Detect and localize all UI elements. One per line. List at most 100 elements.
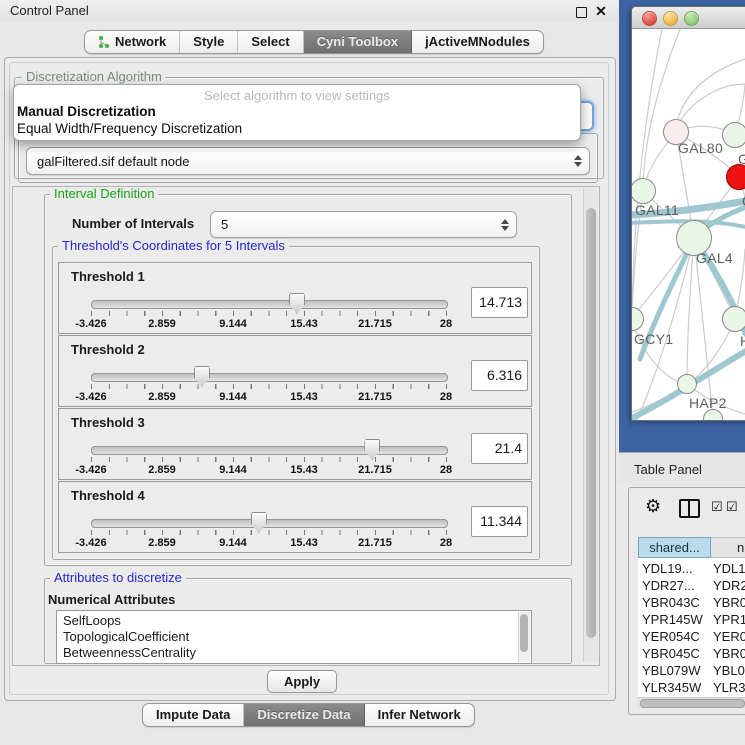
cell-name[interactable]: YER0 (713, 628, 745, 645)
cell-name[interactable]: YBR0 (713, 594, 745, 611)
table-row[interactable]: YBL079WYBL0 (638, 662, 745, 679)
table-row[interactable]: YDL19...YDL1 (638, 560, 745, 577)
horizontal-scrollbar-thumb[interactable] (640, 699, 745, 708)
cell-name[interactable]: YPR1 (713, 611, 745, 628)
tab-infer-network-label: Infer Network (378, 704, 461, 726)
slider-tick-marks (91, 311, 447, 316)
network-node[interactable] (722, 122, 745, 148)
float-icon[interactable] (576, 7, 587, 18)
network-node[interactable] (726, 164, 745, 190)
network-node[interactable] (677, 374, 697, 394)
cell-name[interactable]: YDR2 (713, 577, 745, 594)
number-of-intervals-combobox[interactable]: 5 (210, 211, 517, 238)
algorithm-option-equal-width[interactable]: Equal Width/Frequency Discretization (17, 121, 577, 136)
list-item[interactable]: BetweennessCentrality (63, 645, 196, 661)
window-close-icon[interactable] (642, 11, 657, 26)
tab-cyni-toolbox[interactable]: Cyni Toolbox (304, 31, 412, 53)
cell-name[interactable]: YLR3 (713, 679, 745, 696)
threshold-4-label: Threshold 4 (71, 488, 145, 503)
cell-shared-name[interactable]: YBL079W (642, 662, 711, 679)
cell-shared-name[interactable]: YBR043C (642, 594, 711, 611)
checkbox-icon[interactable] (711, 499, 723, 515)
tick-label: 21.715 (358, 391, 392, 403)
table-row[interactable]: YER054CYER0 (638, 628, 745, 645)
table-row[interactable]: YBR043CYBR0 (638, 594, 745, 611)
network-window-titlebar[interactable] (632, 7, 745, 29)
combo-stepper-icon (574, 155, 581, 167)
table-row[interactable]: YLR345WYLR3 (638, 679, 745, 696)
tab-discretize-data-label: Discretize Data (257, 704, 350, 726)
threshold-1-slider-track[interactable] (91, 300, 448, 309)
number-of-intervals-label: Number of Intervals (72, 216, 194, 231)
algorithm-option-manual[interactable]: Manual Discretization (17, 104, 577, 119)
apply-button[interactable]: Apply (267, 670, 337, 693)
tab-network-label: Network (115, 31, 166, 53)
tab-style[interactable]: Style (180, 31, 238, 53)
tab-impute-data-label: Impute Data (156, 704, 230, 726)
threshold-3-value-field[interactable]: 21.4 (471, 433, 528, 464)
cell-shared-name[interactable]: YDL19... (642, 560, 711, 577)
list-item[interactable]: SelfLoops (63, 613, 121, 629)
tab-discretize-data[interactable]: Discretize Data (244, 704, 364, 726)
tab-select[interactable]: Select (238, 31, 303, 53)
tick-label: 21.715 (358, 318, 392, 330)
cell-name[interactable]: YBR0 (713, 645, 745, 662)
tick-label: 9.144 (219, 391, 247, 403)
network-node-label: GAL11 (635, 202, 679, 218)
tab-jactivemnodules[interactable]: jActiveMNodules (412, 31, 543, 53)
column-header-shared-name[interactable]: shared... (638, 537, 711, 558)
network-view-window: GAL80GCGAL11GAL4GCY1HHAP2 (631, 6, 745, 421)
cell-shared-name[interactable]: YPR145W (642, 611, 711, 628)
table-row[interactable]: YPR145WYPR1 (638, 611, 745, 628)
table-body[interactable]: YDL19...YDL1YDR27...YDR2YBR043CYBR0YPR14… (638, 558, 745, 697)
threshold-2-value-field[interactable]: 6.316 (471, 360, 528, 391)
threshold-4-slider-track[interactable] (91, 519, 448, 528)
combo-stepper-icon (501, 219, 508, 231)
horizontal-scrollbar[interactable] (638, 697, 745, 708)
list-item[interactable]: TopologicalCoefficient (63, 629, 189, 645)
list-scrollbar[interactable] (518, 612, 530, 662)
network-icon (98, 35, 110, 49)
threshold-1-value-field[interactable]: 14.713 (471, 287, 528, 318)
threshold-4-value-field[interactable]: 11.344 (471, 506, 528, 537)
tab-network[interactable]: Network (85, 31, 180, 53)
tick-label: 28 (440, 391, 452, 403)
list-scrollbar-thumb[interactable] (520, 614, 528, 652)
vertical-scrollbar[interactable] (583, 188, 598, 662)
table-row[interactable]: YBR045CYBR0 (638, 645, 745, 662)
cell-shared-name[interactable]: YLR345W (642, 679, 711, 696)
table-data-combobox[interactable]: galFiltered.sif default node (26, 147, 590, 175)
cell-name[interactable]: YBL0 (713, 662, 745, 679)
window-zoom-icon[interactable] (684, 11, 699, 26)
table-row[interactable]: YDR27...YDR2 (638, 577, 745, 594)
threshold-3-slider-track[interactable] (91, 446, 448, 455)
tick-label: 9.144 (219, 537, 247, 549)
tick-label: 15.43 (290, 464, 318, 476)
cell-shared-name[interactable]: YDR27... (642, 577, 711, 594)
tick-label: 15.43 (290, 537, 318, 549)
gear-icon[interactable] (645, 496, 661, 517)
threshold-2-box: Threshold 2 -3.426 2.859 9.144 15.43 21.… (58, 335, 532, 407)
control-panel: Control Panel Network Style Select Cyni … (0, 0, 620, 745)
panel-title: Control Panel (10, 0, 89, 22)
checkbox-icon[interactable] (726, 499, 738, 515)
cell-shared-name[interactable]: YER054C (642, 628, 711, 645)
threshold-3-box: Threshold 3 -3.426 2.859 9.144 15.43 21.… (58, 408, 532, 480)
columns-icon[interactable] (679, 499, 700, 518)
cell-name[interactable]: YDL1 (713, 560, 745, 577)
close-icon[interactable] (593, 2, 609, 20)
tick-label: -3.426 (75, 464, 106, 476)
network-node-label: GAL80 (678, 140, 723, 156)
tab-impute-data[interactable]: Impute Data (143, 704, 244, 726)
threshold-2-slider-track[interactable] (91, 373, 448, 382)
column-header-name[interactable]: n (711, 537, 745, 558)
cell-shared-name[interactable]: YBR045C (642, 645, 711, 662)
network-node[interactable] (722, 306, 745, 332)
tab-infer-network[interactable]: Infer Network (365, 704, 474, 726)
network-canvas[interactable]: GAL80GCGAL11GAL4GCY1HHAP2 (632, 29, 745, 420)
tick-label: 28 (440, 464, 452, 476)
window-minimize-icon[interactable] (663, 11, 678, 26)
vertical-scrollbar-thumb[interactable] (586, 208, 596, 638)
tick-label: -3.426 (75, 537, 106, 549)
slider-tick-marks (91, 530, 447, 535)
